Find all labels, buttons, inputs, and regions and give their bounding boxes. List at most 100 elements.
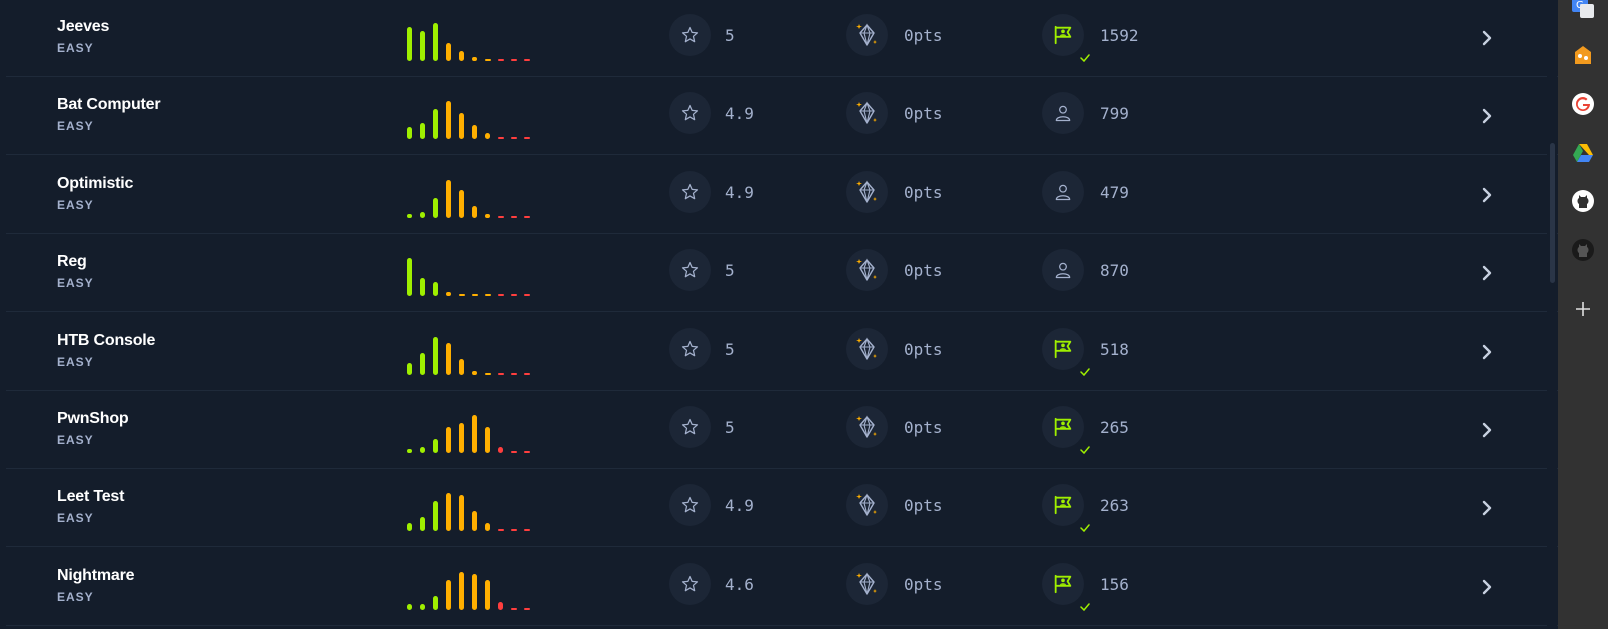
points-value: 0pts <box>904 261 943 281</box>
crystal-icon <box>846 327 888 370</box>
crystal-icon <box>846 249 888 292</box>
difficulty-label: EASY <box>57 276 94 291</box>
rating-value: 5 <box>725 261 735 281</box>
extension-icon[interactable] <box>1570 43 1596 69</box>
rating-bar <box>407 362 412 375</box>
star-icon[interactable] <box>669 484 711 527</box>
rating-bar-empty <box>485 59 491 61</box>
challenge-name[interactable]: Optimistic <box>57 175 133 193</box>
rating-bar <box>472 205 477 218</box>
challenge-name[interactable]: PwnShop <box>57 410 129 428</box>
challenge-row[interactable]: HTB Console EASY 5 0pts 518 <box>6 313 1558 391</box>
rating-bar <box>420 211 425 218</box>
chevron-right-icon[interactable] <box>1476 105 1498 127</box>
rating-bar <box>446 43 451 61</box>
rating-bar <box>459 358 464 375</box>
rating-bar <box>498 601 503 610</box>
rating-bar <box>459 495 464 532</box>
rating-bar-empty <box>524 451 530 453</box>
google-drive-icon[interactable] <box>1570 140 1596 166</box>
chevron-right-icon[interactable] <box>1476 341 1498 363</box>
rating-bar-empty <box>524 215 530 218</box>
challenge-name[interactable]: Jeeves <box>57 18 109 36</box>
star-icon[interactable] <box>669 562 711 605</box>
google-translate-icon[interactable]: G <box>1570 0 1596 20</box>
rating-bar <box>485 213 490 218</box>
scrollbar[interactable] <box>1547 0 1557 629</box>
check-icon <box>1080 598 1090 611</box>
rating-bar <box>446 292 451 297</box>
solves-count: 1592 <box>1100 26 1139 45</box>
difficulty-rating-chart <box>407 99 537 140</box>
difficulty-label: EASY <box>57 119 94 134</box>
rating-bar-empty <box>472 294 478 297</box>
chevron-right-icon[interactable] <box>1476 419 1498 441</box>
chevron-right-icon[interactable] <box>1476 262 1498 284</box>
flag-user-icon <box>1042 327 1084 370</box>
rating-bar <box>433 439 438 453</box>
rating-bar <box>407 523 412 532</box>
google-icon[interactable] <box>1570 91 1596 117</box>
rating-bar-empty <box>524 529 530 532</box>
github-icon[interactable] <box>1570 188 1596 214</box>
rating-bar <box>433 23 438 61</box>
rating-bar <box>472 125 477 140</box>
rating-value: 4.9 <box>725 104 754 124</box>
points-value: 0pts <box>904 574 943 594</box>
rating-bar-empty <box>511 137 517 140</box>
star-icon[interactable] <box>669 249 711 292</box>
difficulty-rating-chart <box>407 21 537 61</box>
rating-bar <box>485 579 490 610</box>
challenge-name[interactable]: HTB Console <box>57 332 155 350</box>
rating-bar-empty <box>524 137 530 140</box>
challenge-name[interactable]: Bat Computer <box>57 96 161 114</box>
challenge-name[interactable]: Nightmare <box>57 567 135 585</box>
solves-count: 156 <box>1100 574 1129 594</box>
challenge-row[interactable]: Bat Computer EASY 4.9 0pts 799 <box>6 77 1558 156</box>
check-icon <box>1080 519 1090 533</box>
challenge-row[interactable]: Optimistic EASY 4.9 0pts 479 <box>6 156 1558 234</box>
challenge-row[interactable]: Leet Test EASY 4.9 0pts 263 <box>6 469 1558 548</box>
rating-bar-empty <box>498 529 504 532</box>
github-dark-icon[interactable] <box>1570 237 1596 263</box>
star-icon[interactable] <box>669 406 711 448</box>
rating-bar <box>459 189 464 218</box>
challenge-row[interactable]: Nightmare EASY 4.6 0pts 156 <box>6 548 1558 626</box>
chevron-right-icon[interactable] <box>1476 497 1498 519</box>
challenge-row[interactable]: Reg EASY 5 0pts 870 <box>6 234 1558 313</box>
rating-bar <box>420 31 425 61</box>
chevron-right-icon[interactable] <box>1476 27 1498 49</box>
check-icon <box>1080 441 1090 455</box>
points-value: 0pts <box>904 496 943 516</box>
rating-value: 4.9 <box>725 496 754 516</box>
star-icon[interactable] <box>669 170 711 213</box>
scrollbar-thumb[interactable] <box>1550 143 1555 283</box>
rating-bar <box>420 517 425 532</box>
challenge-name[interactable]: Reg <box>57 253 87 271</box>
rating-bar <box>407 127 412 140</box>
flag-user-icon <box>1042 562 1084 605</box>
chevron-right-icon[interactable] <box>1476 576 1498 598</box>
challenge-row[interactable]: Jeeves EASY 5 0pts 1592 <box>6 0 1558 77</box>
chevron-right-icon[interactable] <box>1476 184 1498 206</box>
star-icon[interactable] <box>669 327 711 370</box>
difficulty-rating-chart <box>407 570 537 610</box>
rating-bar <box>472 415 477 453</box>
star-icon[interactable] <box>669 14 711 56</box>
rating-bar-empty <box>511 294 517 297</box>
difficulty-label: EASY <box>57 197 94 212</box>
rating-bar <box>485 133 490 140</box>
check-icon <box>1080 49 1090 63</box>
user-icon <box>1042 249 1084 292</box>
rating-bar <box>407 27 412 61</box>
rating-bar <box>446 179 451 218</box>
rating-bar <box>472 573 477 610</box>
challenge-name[interactable]: Leet Test <box>57 488 124 506</box>
challenge-row[interactable]: PwnShop EASY 5 0pts 265 <box>6 391 1558 469</box>
add-icon[interactable] <box>1570 296 1596 322</box>
rating-bar <box>420 603 425 610</box>
rating-bar-empty <box>498 215 504 218</box>
rating-value: 5 <box>725 339 735 359</box>
star-icon[interactable] <box>669 92 711 135</box>
difficulty-rating-chart <box>407 178 537 218</box>
